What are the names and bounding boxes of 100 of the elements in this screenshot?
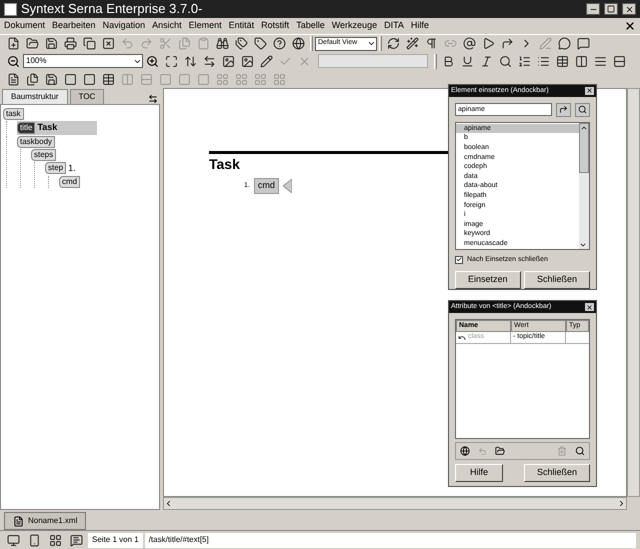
zoom-in-icon — [146, 54, 159, 68]
document-icon — [7, 72, 20, 86]
frame-icon — [64, 72, 77, 86]
menu-item[interactable]: Rotstift — [261, 19, 290, 33]
insert-button[interactable] — [556, 102, 571, 117]
new-file-icon — [7, 37, 20, 50]
minimize-button[interactable] — [586, 3, 600, 15]
check-icon — [279, 54, 292, 68]
reject-icon — [298, 54, 311, 68]
print-icon — [64, 37, 77, 50]
tree-text: 1. — [68, 162, 76, 174]
menu-item[interactable]: Navigation — [102, 19, 146, 33]
save-icon — [45, 37, 58, 50]
underline-icon — [461, 54, 474, 68]
dialog-button[interactable]: Einsetzen — [455, 271, 521, 289]
table-icon — [102, 72, 115, 86]
check-icon — [456, 256, 462, 264]
globe-icon — [292, 37, 305, 50]
close-button[interactable] — [585, 86, 594, 95]
save-icon — [45, 72, 58, 86]
comment-icon — [70, 534, 83, 546]
scroll-right-icon — [617, 499, 626, 508]
close-button[interactable] — [622, 3, 636, 15]
dialog-button[interactable]: Schließen — [524, 271, 590, 289]
menu-item[interactable]: Element — [188, 19, 222, 33]
menu-item[interactable]: Dokument — [4, 19, 46, 33]
menu-item[interactable]: Entität — [228, 19, 254, 33]
panel-tab[interactable]: Baumstruktur — [2, 89, 68, 104]
menu-item[interactable]: Bearbeiten — [52, 19, 96, 33]
tree-row[interactable]: step 1. — [45, 162, 84, 175]
italic-icon — [480, 54, 493, 68]
dialog-button[interactable]: Hilfe — [455, 464, 503, 482]
close-button[interactable] — [585, 303, 594, 311]
layout-icon — [49, 534, 62, 546]
vertical-scrollbar[interactable] — [627, 88, 640, 497]
element-tag[interactable]: cmd — [59, 176, 80, 188]
numbered-list-icon — [518, 54, 531, 68]
swap-icon[interactable] — [148, 94, 158, 104]
window-title: Syntext Serna Enterprise 3.7.0- — [21, 0, 204, 18]
cell-icon — [178, 72, 191, 86]
checkbox[interactable] — [455, 256, 463, 264]
folder-icon — [26, 37, 39, 50]
tree-row[interactable]: cmd — [59, 176, 88, 188]
tree-text: Task — [37, 121, 58, 134]
grid-icon — [216, 72, 229, 86]
scroll-left-icon — [164, 499, 173, 508]
search-button[interactable] — [575, 102, 590, 117]
element-tag[interactable]: step — [45, 162, 66, 174]
dialog-button[interactable]: Schließen — [524, 464, 590, 482]
rows-icon — [613, 54, 626, 68]
search-icon — [499, 54, 512, 68]
menu-item[interactable]: DITA — [384, 19, 404, 33]
close-icon[interactable] — [624, 20, 636, 32]
element-tag[interactable]: task — [3, 108, 24, 120]
element-tag[interactable]: steps — [31, 148, 56, 160]
document-icon — [13, 516, 24, 526]
element-tag[interactable]: cmd — [254, 178, 279, 194]
close-icon — [586, 87, 593, 94]
list-scrollbar[interactable] — [579, 122, 589, 248]
zoom-out-icon — [7, 54, 20, 68]
image-icon — [241, 54, 254, 68]
menu-item[interactable]: Werkzeuge — [332, 19, 378, 33]
text-field[interactable] — [318, 54, 428, 68]
tag-icon — [254, 37, 267, 50]
search-icon[interactable] — [575, 446, 585, 456]
close-file-icon — [102, 37, 115, 50]
panel-tab[interactable]: TOC — [70, 89, 104, 104]
bold-icon — [442, 54, 455, 68]
frame-icon — [83, 72, 96, 86]
columns-icon — [121, 72, 134, 86]
grid-icon — [235, 72, 248, 86]
document-heading[interactable]: Task — [209, 154, 240, 175]
maximize-button[interactable] — [604, 3, 618, 15]
zoom-select[interactable]: 100% — [23, 54, 143, 68]
close-icon — [586, 304, 593, 310]
insert-icon — [559, 105, 568, 114]
tag-end-icon — [282, 178, 292, 193]
tree-row[interactable]: steps — [31, 148, 64, 160]
paste-icon — [197, 37, 210, 50]
document-tab[interactable]: Noname1.xml — [4, 512, 86, 530]
corner-arrow-icon — [501, 37, 514, 50]
documents-icon — [26, 72, 39, 86]
menu-item[interactable]: Hilfe — [410, 19, 429, 33]
pilcrow-icon — [425, 37, 438, 50]
at-sign-icon — [463, 37, 476, 50]
horizontal-scrollbar[interactable] — [163, 497, 627, 510]
rows-icon — [140, 72, 153, 86]
page-indicator: Seite 1 von 1 — [88, 532, 143, 548]
menu-item[interactable]: Ansicht — [152, 19, 182, 33]
play-icon — [482, 37, 495, 50]
tree-row[interactable]: task — [3, 108, 32, 120]
element-tag[interactable]: title — [17, 122, 36, 134]
globe-icon[interactable] — [460, 446, 470, 456]
tree-row[interactable]: title Task — [17, 121, 97, 134]
folder-icon[interactable] — [495, 446, 505, 456]
help-icon — [273, 37, 286, 50]
element-tag[interactable]: taskbody — [17, 136, 56, 148]
wand-icon — [406, 37, 419, 50]
menu-item[interactable]: Tabelle — [296, 19, 325, 33]
tree-row[interactable]: taskbody — [17, 136, 64, 148]
